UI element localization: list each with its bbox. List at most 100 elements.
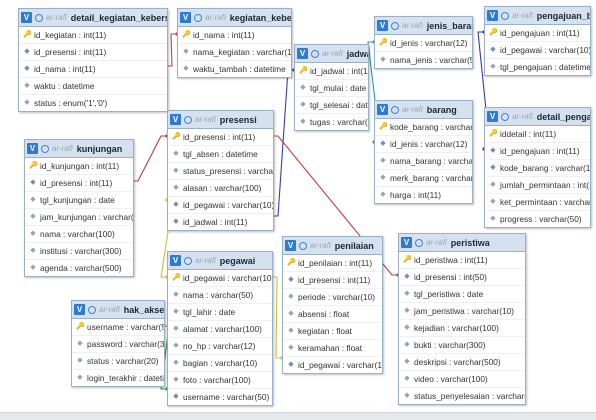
table-header[interactable]: Var-rafi barang <box>375 101 472 119</box>
options-icon[interactable] <box>501 112 509 121</box>
view-toggle-icon[interactable]: V <box>377 104 388 115</box>
view-toggle-icon[interactable]: V <box>74 304 85 315</box>
column-row[interactable]: ◆ merk_barang : varchar(50) <box>375 170 472 187</box>
column-row[interactable]: ◆ login_terakhir : datetime <box>72 370 164 386</box>
column-row[interactable]: ◆ nama : varchar(100) <box>25 226 133 243</box>
column-row[interactable]: ◆ tgl_kunjungan : date <box>25 192 133 209</box>
column-row[interactable]: ◆ bukti : varchar(300) <box>399 337 525 354</box>
options-icon[interactable] <box>415 238 423 247</box>
options-icon[interactable] <box>194 13 202 22</box>
column-row[interactable]: ◆ id_presensi : int(11) <box>25 175 133 192</box>
options-icon[interactable] <box>88 305 96 314</box>
table-header[interactable]: Var-rafi kunjungan <box>25 140 133 158</box>
column-row[interactable]: 🔑 id_jadwal : int(11) <box>295 63 368 80</box>
view-toggle-icon[interactable]: V <box>401 237 412 248</box>
table-header[interactable]: Var-rafi presensi <box>168 111 273 129</box>
column-row[interactable]: ◆ tugas : varchar(100) <box>295 114 368 130</box>
view-toggle-icon[interactable]: V <box>487 111 498 122</box>
table-header[interactable]: Var-rafidetail_kegiatan_kebersihan <box>19 9 167 27</box>
column-row[interactable]: 🔑 id_nama : int(11) <box>178 27 291 44</box>
column-row[interactable]: ◆ kejadian : varchar(100) <box>399 320 525 337</box>
options-icon[interactable] <box>391 105 399 114</box>
options-icon[interactable] <box>184 256 192 265</box>
column-row[interactable]: ◆ kode_barang : varchar(12) <box>485 160 590 177</box>
column-row[interactable]: ◆ video : varchar(100) <box>399 371 525 388</box>
table-penilaian[interactable]: Var-rafi penilaian 🔑 id_penilaian : int(11)… <box>282 236 383 374</box>
column-row[interactable]: ◆ status_presensi : varchar(25) <box>168 163 273 180</box>
column-row[interactable]: 🔑 id_kegiatan : int(11) <box>19 27 167 44</box>
table-header[interactable]: Var-rafidetail_pengajuan <box>485 108 590 126</box>
column-row[interactable]: 🔑 iddetail : int(11) <box>485 126 590 143</box>
options-icon[interactable] <box>299 241 307 250</box>
column-row[interactable]: ◆ tgl_selesai : date <box>295 97 368 114</box>
column-row[interactable]: 🔑 id_peristiwa : int(11) <box>399 252 525 269</box>
view-toggle-icon[interactable]: V <box>377 20 388 31</box>
column-row[interactable]: ◆ tgl_mulai : date <box>295 80 368 97</box>
column-row[interactable]: ◆ jam_kunjungan : varchar(10) <box>25 209 133 226</box>
column-row[interactable]: 🔑 id_presensi : int(11) <box>168 129 273 146</box>
column-row[interactable]: ◆ username : varchar(50) <box>168 389 272 405</box>
column-row[interactable]: ◆ tgl_pengajuan : datetime <box>485 59 590 75</box>
table-kunjungan[interactable]: Var-rafi kunjungan 🔑 id_kunjungan : int(11)… <box>24 139 134 277</box>
table-header[interactable]: Var-rafi peristiwa <box>399 234 525 252</box>
column-row[interactable]: ◆ bagian : varchar(10) <box>168 355 272 372</box>
table-jenis-barang[interactable]: Var-rafijenis_barang🔑id_jenis : varchar(… <box>374 16 473 69</box>
column-row[interactable]: ◆ nama_kegiatan : varchar(100) <box>178 44 291 61</box>
column-row[interactable]: 🔑username : varchar(50) <box>72 319 164 336</box>
options-icon[interactable] <box>35 13 43 22</box>
view-toggle-icon[interactable]: V <box>297 48 308 59</box>
table-presensi[interactable]: Var-rafi presensi 🔑 id_presensi : int(11) ◆ t… <box>167 110 274 231</box>
table-barang[interactable]: Var-rafibarang🔑kode_barang : varchar(12)… <box>374 100 473 204</box>
column-row[interactable]: ◆ periode : varchar(10) <box>283 289 382 306</box>
column-row[interactable]: ◆ alasan : varchar(100) <box>168 180 273 197</box>
column-row[interactable]: ◆ jam_peristiwa : varchar(10) <box>399 303 525 320</box>
column-row[interactable]: ◆ nama_jenis : varchar(50) <box>375 52 472 68</box>
table-hak-akses[interactable]: Var-rafihak_akses🔑username : varchar(50)… <box>71 300 165 387</box>
column-row[interactable]: ◆ waktu : datetime <box>19 78 167 95</box>
column-row[interactable]: ◆ id_pengajuan : int(11) <box>485 143 590 160</box>
column-row[interactable]: ◆ keramahan : float <box>283 340 382 357</box>
table-detail-kegiatan-kebersihan[interactable]: Var-rafidetail_kegiatan_kebersihan🔑id_ke… <box>18 8 168 112</box>
table-pegawai[interactable]: Var-rafi pegawai 🔑 id_pegawai : varchar(10)… <box>167 251 273 406</box>
options-icon[interactable] <box>311 49 319 58</box>
column-row[interactable]: ◆ id_presensi : int(50) <box>399 269 525 286</box>
table-header[interactable]: Var-rafikegiatan_kebersihan <box>178 9 291 27</box>
table-peristiwa[interactable]: Var-rafi peristiwa 🔑 id_peristiwa : int(11)… <box>398 233 526 405</box>
column-row[interactable]: ◆ id_pegawai : varchar(10) <box>485 42 590 59</box>
column-row[interactable]: ◆ foto : varchar(100) <box>168 372 272 389</box>
view-toggle-icon[interactable]: V <box>285 240 296 251</box>
column-row[interactable]: 🔑 id_penilaian : int(11) <box>283 255 382 272</box>
table-pengajuan-barang[interactable]: Var-rafipengajuan_barang🔑id_pengajuan : … <box>484 6 591 76</box>
table-header[interactable]: Var-rafihak_akses <box>72 301 164 319</box>
column-row[interactable]: ◆ nama : varchar(50) <box>168 287 272 304</box>
column-row[interactable]: ◆ tgl_lahir : date <box>168 304 272 321</box>
column-row[interactable]: ◆ status : enum('1','0') <box>19 95 167 111</box>
column-row[interactable]: ◆ password : varchar(32) <box>72 336 164 353</box>
column-row[interactable]: 🔑 id_kunjungan : int(11) <box>25 158 133 175</box>
column-row[interactable]: 🔑kode_barang : varchar(12) <box>375 119 472 136</box>
column-row[interactable]: 🔑 id_pegawai : varchar(10) <box>168 270 272 287</box>
column-row[interactable]: ◆ agenda : varchar(500) <box>25 260 133 276</box>
view-toggle-icon[interactable]: V <box>180 12 191 23</box>
view-toggle-icon[interactable]: V <box>170 114 181 125</box>
column-row[interactable]: ◆ tgl_absen : datetime <box>168 146 273 163</box>
view-toggle-icon[interactable]: V <box>21 12 32 23</box>
column-row[interactable]: ◆ id_pegawai : varchar(10) <box>168 197 273 214</box>
column-row[interactable]: ◆ harga : int(11) <box>375 187 472 203</box>
column-row[interactable]: ◆ institusi : varchar(300) <box>25 243 133 260</box>
column-row[interactable]: ◆ ket_permintaan : varchar(50) <box>485 194 590 211</box>
column-row[interactable]: ◆ id_jenis : varchar(12) <box>375 136 472 153</box>
table-header[interactable]: Var-rafipengajuan_barang <box>485 7 590 25</box>
options-icon[interactable] <box>41 144 49 153</box>
column-row[interactable]: ◆ id_pegawai : varchar(10) <box>283 357 382 373</box>
options-icon[interactable] <box>184 115 192 124</box>
column-row[interactable]: ◆ no_hp : varchar(12) <box>168 338 272 355</box>
column-row[interactable]: ◆ id_nama : int(11) <box>19 61 167 78</box>
column-row[interactable]: 🔑 id_jenis : varchar(12) <box>375 35 472 52</box>
table-header[interactable]: Var-rafijenis_barang <box>375 17 472 35</box>
options-icon[interactable] <box>501 11 509 20</box>
column-row[interactable]: ◆ jumlah_permintaan : int(11) <box>485 177 590 194</box>
table-header[interactable]: Var-rafijadwal <box>295 45 368 63</box>
column-row[interactable]: ◆ id_presensi : int(11) <box>283 272 382 289</box>
table-kegiatan-kebersihan[interactable]: Var-rafikegiatan_kebersihan🔑id_nama : in… <box>177 8 292 78</box>
